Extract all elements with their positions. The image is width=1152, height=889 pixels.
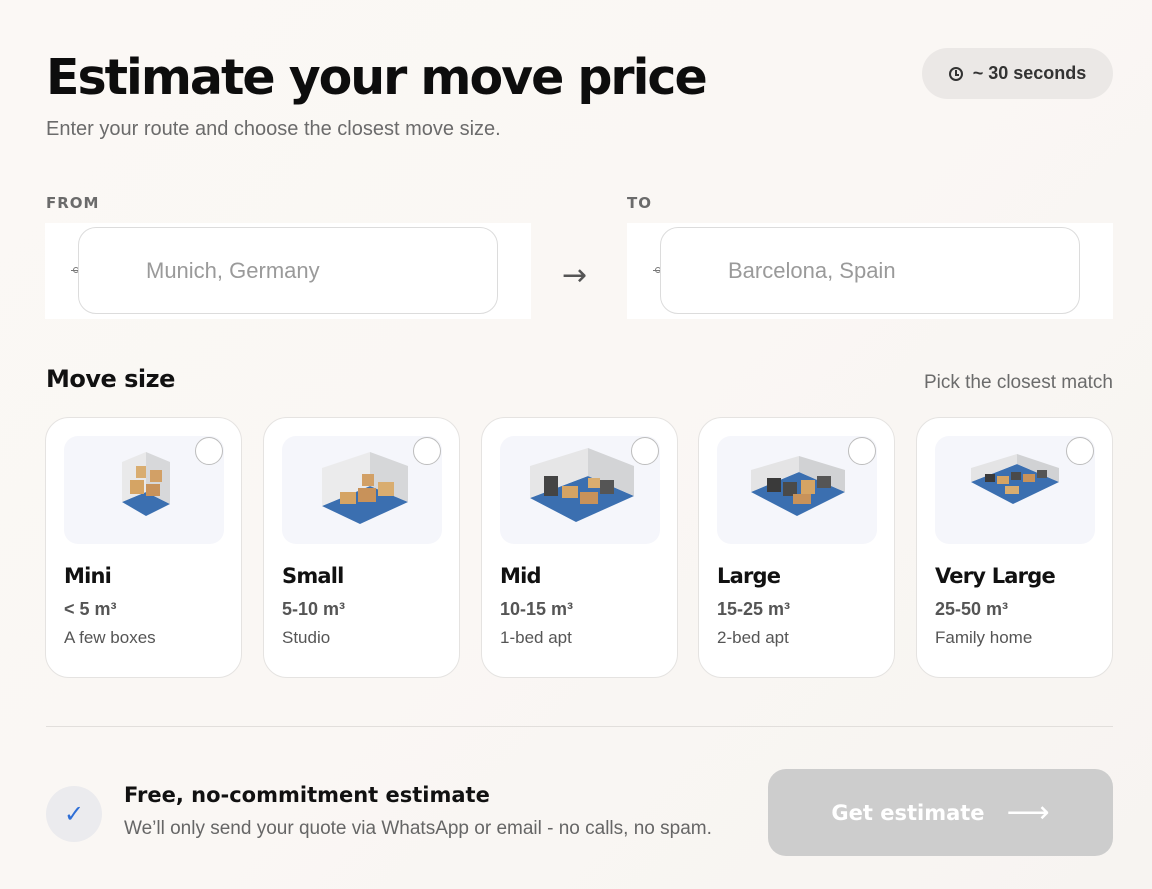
page-subtitle: Enter your route and choose the closest …: [46, 118, 501, 140]
size-description: 2-bed apt: [717, 628, 789, 647]
assurance-text: We’ll only send your quote via WhatsApp …: [124, 818, 712, 839]
to-input[interactable]: [660, 227, 1080, 314]
to-label: TO: [627, 194, 652, 212]
size-radio[interactable]: [195, 437, 223, 465]
page-title: Estimate your move price: [46, 49, 708, 106]
check-icon: ✓: [46, 786, 102, 842]
to-field: [627, 223, 1113, 319]
size-volume: 10-15 m³: [500, 599, 574, 619]
size-radio[interactable]: [848, 437, 876, 465]
route-arrow-icon: →: [562, 258, 588, 293]
size-name: Small: [282, 564, 344, 588]
arrow-right-icon: ⟶: [1006, 794, 1050, 830]
move-size-hint: Pick the closest match: [923, 372, 1113, 393]
size-name: Mini: [64, 564, 112, 588]
move-size-title: Move size: [46, 365, 175, 393]
size-volume: < 5 m³: [64, 599, 117, 619]
size-description: A few boxes: [64, 628, 156, 647]
get-estimate-button[interactable]: Get estimate ⟶: [768, 769, 1113, 856]
size-volume: 25-50 m³: [935, 599, 1009, 619]
size-radio[interactable]: [413, 437, 441, 465]
size-option-small[interactable]: Small 5-10 m³ Studio: [263, 417, 460, 678]
size-option-mid[interactable]: Mid 10-15 m³ 1-bed apt: [481, 417, 678, 678]
size-description: Studio: [282, 628, 331, 647]
size-radio[interactable]: [1066, 437, 1094, 465]
time-estimate-badge: ~ 30 seconds: [922, 48, 1113, 99]
size-description: 1-bed apt: [500, 628, 572, 647]
from-label: FROM: [46, 194, 100, 212]
size-name: Very Large: [935, 564, 1056, 588]
size-option-large[interactable]: Large 15-25 m³ 2-bed apt: [698, 417, 895, 678]
from-field: [45, 223, 531, 319]
clock-icon: [948, 66, 963, 81]
size-volume: 15-25 m³: [717, 599, 791, 619]
size-name: Large: [717, 564, 781, 588]
assurance-title: Free, no-commitment estimate: [124, 783, 490, 807]
size-radio[interactable]: [631, 437, 659, 465]
time-estimate-label: ~ 30 seconds: [972, 63, 1087, 83]
size-volume: 5-10 m³: [282, 599, 346, 619]
size-option-very-large[interactable]: Very Large 25-50 m³ Family home: [916, 417, 1113, 678]
from-input[interactable]: [78, 227, 498, 314]
get-estimate-label: Get estimate: [831, 800, 985, 825]
size-option-mini[interactable]: Mini < 5 m³ A few boxes: [45, 417, 242, 678]
divider: [46, 726, 1113, 727]
size-name: Mid: [500, 564, 542, 588]
size-description: Family home: [935, 628, 1033, 647]
